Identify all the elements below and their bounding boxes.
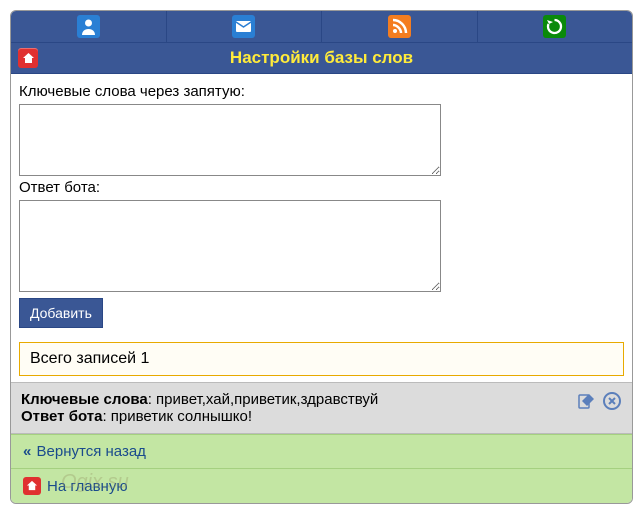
- nav-home-row: На главную Ogix.su: [11, 468, 632, 503]
- toolbar-messages[interactable]: [167, 11, 323, 42]
- add-button[interactable]: Добавить: [19, 298, 103, 328]
- envelope-icon: [232, 15, 255, 38]
- form-area: Ключевые слова через запятую: Ответ бота…: [11, 74, 632, 336]
- entry-answer-value: : приветик солнышко!: [102, 408, 252, 425]
- nav-back-row: « Вернутся назад: [11, 434, 632, 468]
- home-icon: [23, 477, 41, 495]
- entry-answer-label: Ответ бота: [21, 408, 102, 425]
- answer-input[interactable]: [19, 200, 441, 292]
- app-window: Настройки базы слов Ключевые слова через…: [10, 10, 633, 504]
- keywords-input[interactable]: [19, 104, 441, 176]
- entry-actions: [577, 391, 622, 411]
- entry-keywords-value: : привет,хай,приветик,здравствуй: [148, 391, 379, 408]
- rss-icon: [388, 15, 411, 38]
- refresh-icon: [543, 15, 566, 38]
- edit-icon[interactable]: [577, 391, 597, 411]
- toolbar-profile[interactable]: [11, 11, 167, 42]
- records-count: Всего записей 1: [19, 342, 624, 376]
- keywords-label: Ключевые слова через запятую:: [19, 83, 624, 100]
- delete-icon[interactable]: [602, 391, 622, 411]
- chevron-left-icon: «: [23, 443, 28, 460]
- entry-keywords-label: Ключевые слова: [21, 391, 148, 408]
- home-icon[interactable]: [18, 48, 38, 68]
- home-link[interactable]: На главную: [47, 478, 128, 495]
- answer-label: Ответ бота:: [19, 179, 624, 196]
- back-link[interactable]: Вернутся назад: [37, 443, 146, 460]
- top-toolbar: [11, 11, 632, 43]
- page-title: Настройки базы слов: [230, 48, 413, 67]
- toolbar-refresh[interactable]: [478, 11, 633, 42]
- profile-icon: [77, 15, 100, 38]
- page-header: Настройки базы слов: [11, 43, 632, 74]
- entry-row: Ключевые слова: привет,хай,приветик,здра…: [11, 382, 632, 434]
- toolbar-rss[interactable]: [322, 11, 478, 42]
